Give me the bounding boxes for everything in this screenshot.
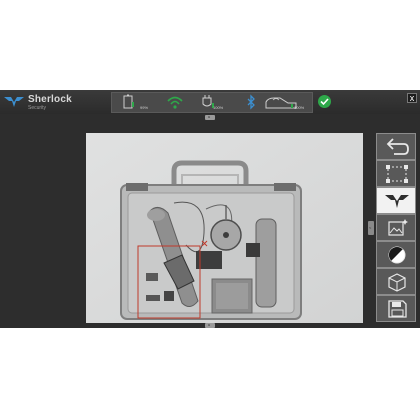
undo-arrow-icon (386, 138, 409, 155)
contrast-button[interactable] (376, 241, 416, 268)
wifi-status (166, 94, 186, 112)
undo-button[interactable] (376, 133, 416, 160)
wifi-icon (167, 96, 183, 109)
xray-suitcase-image (86, 133, 363, 323)
battery-icon (123, 94, 134, 109)
bluetooth-icon (247, 94, 255, 110)
brand-name: Sherlock (28, 94, 72, 105)
region-select-button[interactable] (376, 160, 416, 187)
system-ok-indicator (318, 95, 331, 108)
battery-status: 99% (122, 94, 152, 112)
top-collapse-tab[interactable]: u (205, 114, 215, 120)
tool-panel (374, 133, 420, 323)
power-value: 100% (213, 105, 224, 110)
3d-view-button[interactable] (376, 268, 416, 295)
image-filter-button[interactable] (376, 214, 416, 241)
save-button[interactable] (376, 295, 416, 322)
brand-subtitle: Security (28, 105, 47, 111)
bottom-tab-label: u (208, 322, 211, 327)
xray-image-viewer[interactable] (86, 133, 363, 323)
scanner-value: 100% (294, 105, 305, 110)
checkmark-icon (320, 98, 329, 106)
top-tab-label: u (208, 114, 211, 119)
side-tab-label: < (369, 225, 372, 230)
top-bar: Sherlock Security 99% 100% 100% x (0, 90, 420, 114)
close-button[interactable]: x (407, 93, 417, 103)
dashed-selection-icon (386, 165, 408, 183)
battery-value: 99% (140, 105, 149, 110)
cube-icon (388, 273, 406, 292)
bluetooth-status (246, 94, 258, 112)
power-status: 100% (199, 94, 233, 112)
sherlock-app: Sherlock Security 99% 100% 100% x u u < (0, 90, 420, 328)
contrast-icon (388, 246, 406, 264)
status-panel: 99% 100% 100% (111, 92, 313, 113)
teledyne-mark-icon (385, 195, 409, 208)
brand-mode-button[interactable] (376, 187, 416, 214)
bottom-collapse-tab[interactable]: u (205, 322, 215, 328)
teledyne-logo-icon (4, 97, 24, 107)
scanner-status: 100% (264, 94, 308, 112)
app-logo: Sherlock Security (4, 94, 94, 112)
floppy-disk-icon (388, 300, 407, 318)
image-sparkle-icon (388, 219, 408, 236)
xray-scanner-icon (265, 97, 297, 109)
